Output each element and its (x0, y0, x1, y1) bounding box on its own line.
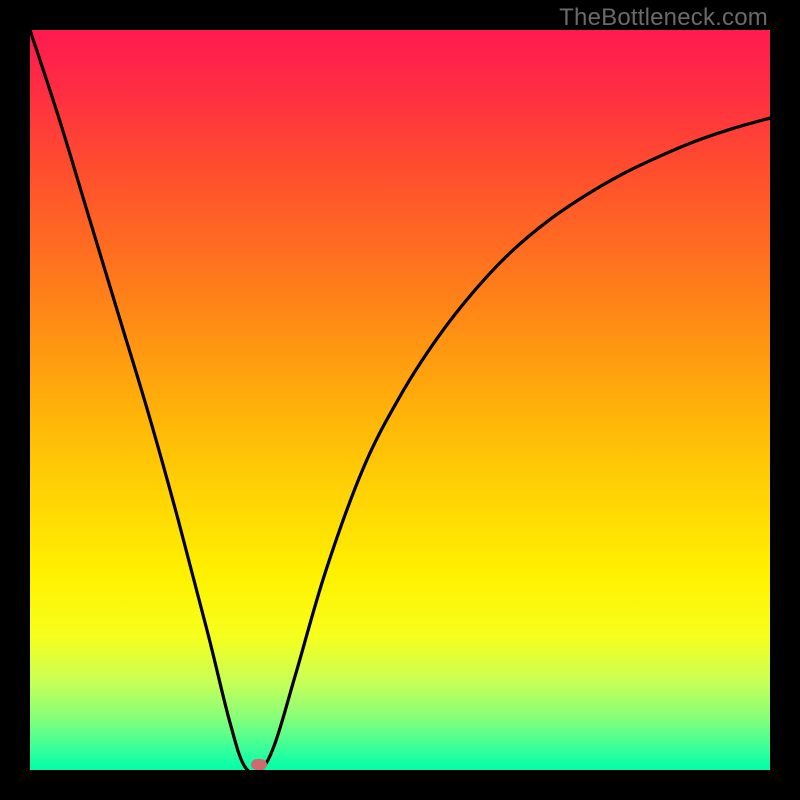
minimum-marker (251, 759, 267, 770)
curve-path (30, 30, 770, 770)
plot-area (30, 30, 770, 770)
curve-svg (30, 30, 770, 770)
chart-frame: TheBottleneck.com (0, 0, 800, 800)
watermark-text: TheBottleneck.com (559, 4, 768, 32)
